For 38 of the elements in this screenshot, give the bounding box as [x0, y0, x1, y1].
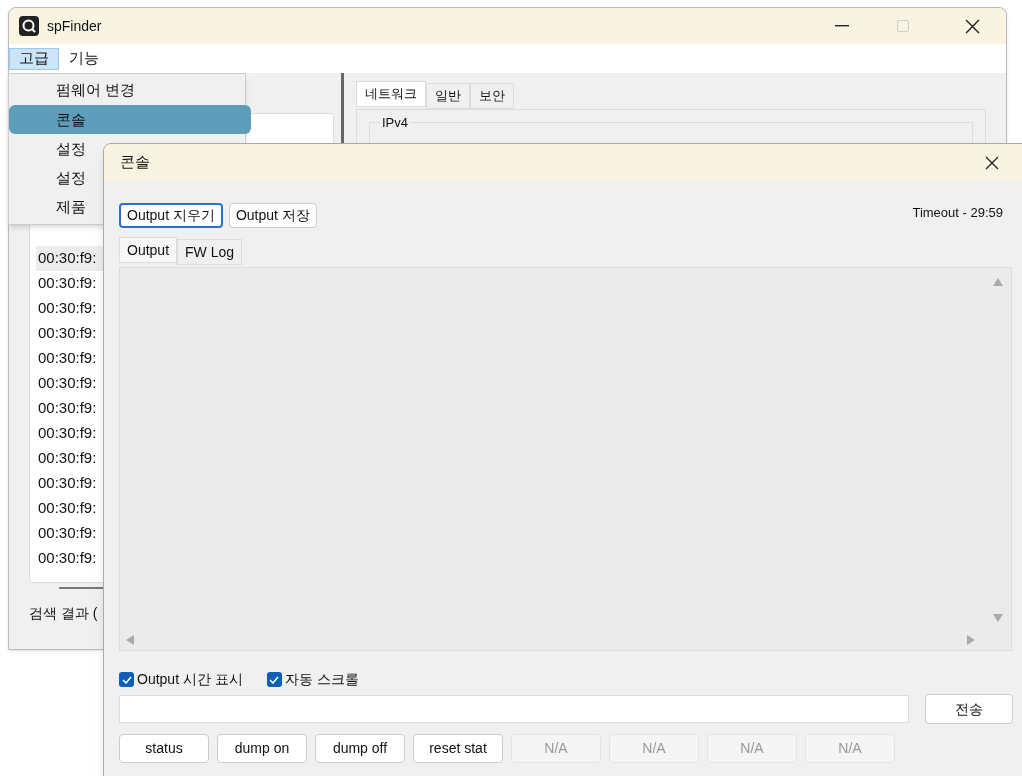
maximize-icon[interactable] — [897, 20, 909, 32]
output-button[interactable]: Output 저장 — [228, 203, 317, 228]
menu-item[interactable]: 콘솔 — [9, 105, 251, 135]
magnifier-logo-icon — [19, 16, 39, 36]
command-button: N/A — [805, 734, 895, 763]
command-button[interactable]: dump on — [217, 734, 307, 763]
window-title: spFinder — [47, 16, 102, 36]
scroll-left-icon[interactable] — [126, 635, 134, 645]
close-icon[interactable] — [965, 18, 980, 34]
menu-item[interactable]: 고급 — [9, 47, 59, 70]
output-button[interactable]: Output 지우기 — [119, 203, 223, 228]
tab[interactable]: 일반 — [426, 83, 470, 109]
checkbox-label: Output 시간 표시 — [137, 670, 243, 689]
scroll-down-icon[interactable] — [993, 614, 1003, 622]
scroll-right-icon[interactable] — [967, 635, 975, 645]
close-icon[interactable] — [985, 155, 999, 170]
menu-item[interactable]: 펌웨어 변경 — [9, 76, 245, 106]
timeout-text: Timeout - 29:59 — [912, 204, 1003, 222]
send-button[interactable]: 전송 — [925, 694, 1013, 724]
minimize-icon[interactable] — [835, 25, 849, 27]
command-button[interactable]: status — [119, 734, 209, 763]
checkbox[interactable] — [119, 672, 134, 687]
menu-item[interactable]: 기능 — [59, 47, 109, 70]
tab[interactable]: 네트워크 — [356, 81, 426, 107]
status-text: 검색 결과 ( — [29, 604, 99, 623]
checkbox[interactable] — [266, 672, 282, 687]
command-button: N/A — [707, 734, 797, 763]
command-button: N/A — [609, 734, 699, 763]
command-button[interactable]: dump off — [315, 734, 405, 763]
tab[interactable]: 보안 — [470, 83, 514, 109]
command-input[interactable] — [119, 695, 909, 723]
tab[interactable]: FW Log — [177, 239, 243, 265]
command-button[interactable]: reset stat — [413, 734, 503, 763]
command-button: N/A — [511, 734, 601, 763]
checkbox-label: 자동 스크롤 — [284, 670, 359, 689]
tab[interactable]: Output — [119, 237, 178, 263]
dialog-title: 콘솔 — [120, 152, 150, 173]
scroll-up-icon[interactable] — [993, 278, 1003, 286]
